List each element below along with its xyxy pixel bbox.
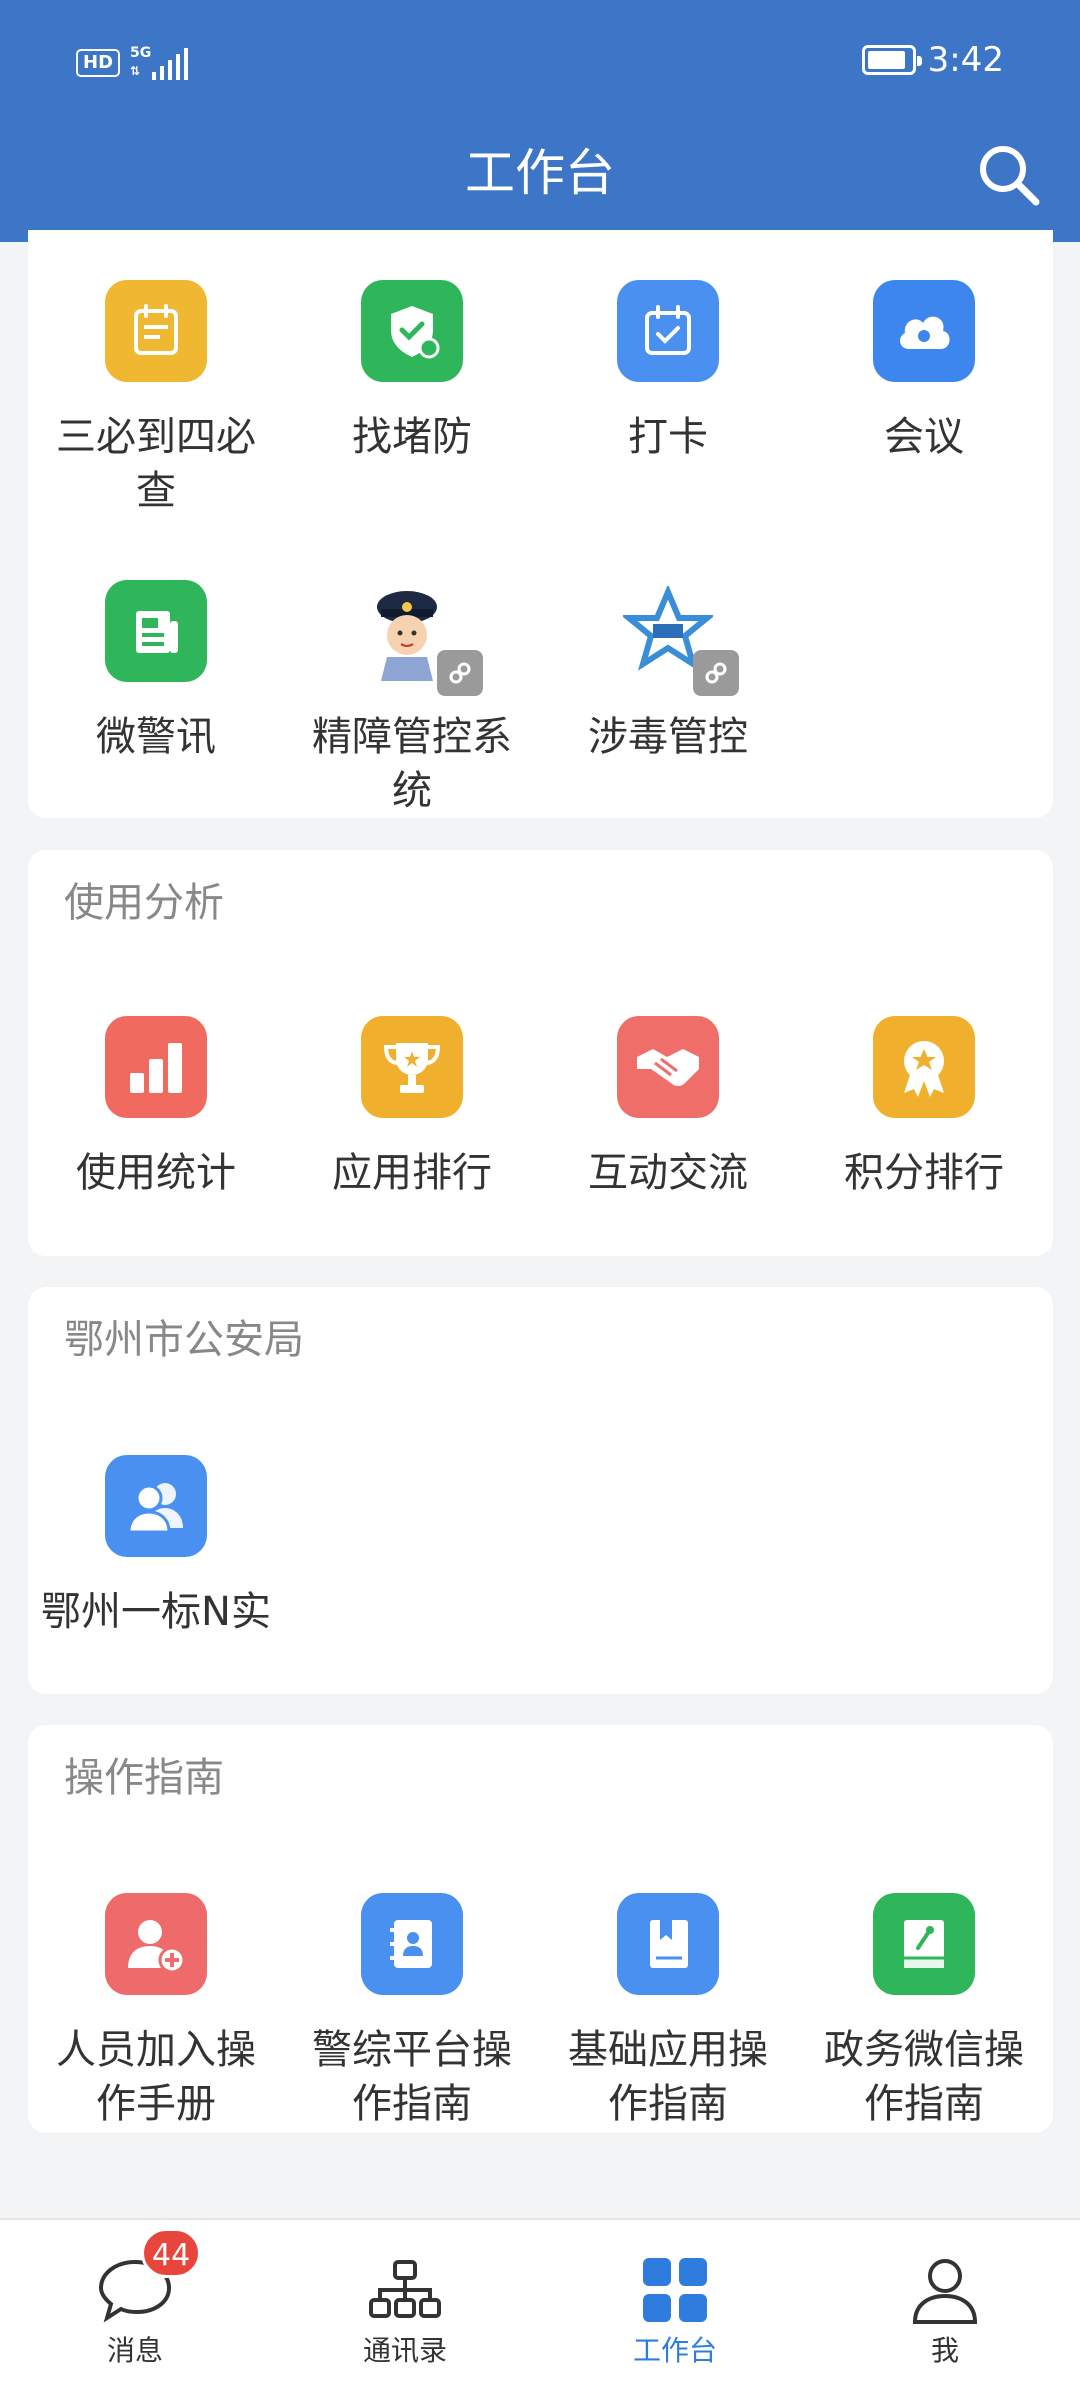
app-label: 打卡 [628,414,708,460]
app-label: 精障管控系统 [312,714,512,814]
app-zhaodufang[interactable]: 找堵防 [284,280,540,464]
app-label: 基础应用操作指南 [568,2027,768,2127]
tab-workbench[interactable]: 工作台 [540,2220,810,2388]
tab-contacts[interactable]: 通讯录 [270,2220,540,2388]
tab-messages[interactable]: 44 消息 [0,2220,270,2388]
newspaper-icon [105,580,207,682]
app-member-join-manual[interactable]: 人员加入操作手册 [28,1893,284,2131]
signal-icon: 5G ⇅ [130,46,192,80]
usage-analysis-card: 使用分析 使用统计 应用排行 互动交流 积分排行 [28,850,1053,1256]
tab-label: 工作台 [632,2334,717,2367]
status-left: HD 5G ⇅ [76,46,192,80]
tab-label: 消息 [106,2334,163,2367]
bureau-card: 鄂州市公安局 鄂州一标N实 [28,1287,1053,1694]
green-book-icon [873,1893,975,1995]
app-usage-stats[interactable]: 使用统计 [28,1016,284,1200]
unread-badge: 44 [141,2228,202,2278]
checklist-icon [105,280,207,382]
app-label: 互动交流 [588,1150,748,1196]
app-label: 找堵防 [352,414,472,460]
book-icon [617,1893,719,1995]
app-daka[interactable]: 打卡 [540,280,796,464]
calendar-check-icon [617,280,719,382]
mini-program-icon [693,650,739,696]
lte-icon: ⇅ [130,64,141,78]
app-label: 使用统计 [76,1150,236,1196]
header-bar: HD 5G ⇅ 3:42 工作台 [0,0,1080,242]
network-type: 5G [130,45,152,61]
app-label: 警综平台操作指南 [312,2027,512,2127]
app-label: 三必到四必查 [56,414,256,514]
bottom-tab-bar: 44 消息 通讯录 工作台 我 [0,2218,1080,2388]
handshake-icon [617,1016,719,1118]
status-time: 3:42 [927,40,1004,80]
app-label: 鄂州一标N实 [41,1589,271,1635]
section-title: 鄂州市公安局 [64,1317,304,1363]
status-right: 3:42 [861,40,1004,80]
app-label: 积分排行 [844,1150,1004,1196]
app-label: 政务微信操作指南 [824,2027,1024,2127]
app-interaction[interactable]: 互动交流 [540,1016,796,1200]
battery-icon [861,45,922,75]
police-avatar-icon [361,580,483,696]
contact-book-icon [361,1893,463,1995]
star-logo-icon [617,580,739,696]
app-jingzhang[interactable]: 精障管控系统 [284,580,540,818]
tab-label: 我 [930,2334,959,2367]
search-icon [980,146,1040,206]
org-chart-icon [365,2250,445,2330]
user-add-icon [105,1893,207,1995]
app-weijingxun[interactable]: 微警讯 [28,580,284,764]
users-icon [105,1455,207,1557]
app-label: 人员加入操作手册 [56,2027,256,2127]
app-label: 微警讯 [96,714,216,760]
mini-program-icon [437,650,483,696]
apps-card-top: 三必到四必查 找堵防 打卡 会议 微警讯 精障管控系统 涉毒管控 [28,230,1053,818]
shield-search-icon [361,280,463,382]
app-huiyi[interactable]: 会议 [796,280,1052,464]
medal-icon [873,1016,975,1118]
search-button[interactable] [974,140,1044,210]
app-sanbi[interactable]: 三必到四必查 [28,280,284,518]
grid-icon [635,2250,715,2330]
page-title: 工作台 [465,144,615,202]
status-bar: HD 5G ⇅ 3:42 [0,0,1080,130]
app-shedu[interactable]: 涉毒管控 [540,580,796,764]
app-gov-wechat-guide[interactable]: 政务微信操作指南 [796,1893,1052,2131]
trophy-icon [361,1016,463,1118]
app-label: 会议 [884,414,964,460]
app-points-ranking[interactable]: 积分排行 [796,1016,1052,1200]
person-icon [905,2250,985,2330]
guide-card: 操作指南 人员加入操作手册 警综平台操作指南 基础应用操作指南 政务微信操作指南 [28,1725,1053,2133]
bar-chart-icon [105,1016,207,1118]
tab-label: 通讯录 [362,2334,447,2367]
app-label: 应用排行 [332,1150,492,1196]
app-label: 涉毒管控 [588,714,748,760]
tab-me[interactable]: 我 [810,2220,1080,2388]
app-police-platform-guide[interactable]: 警综平台操作指南 [284,1893,540,2131]
app-ezhou-yibiao[interactable]: 鄂州一标N实 [28,1455,284,1639]
cloud-phone-icon [873,280,975,382]
section-title: 使用分析 [64,880,224,926]
app-ranking[interactable]: 应用排行 [284,1016,540,1200]
hd-indicator: HD [76,49,121,77]
app-basic-app-guide[interactable]: 基础应用操作指南 [540,1893,796,2131]
chat-bubble-icon: 44 [95,2228,202,2330]
section-title: 操作指南 [64,1755,224,1801]
